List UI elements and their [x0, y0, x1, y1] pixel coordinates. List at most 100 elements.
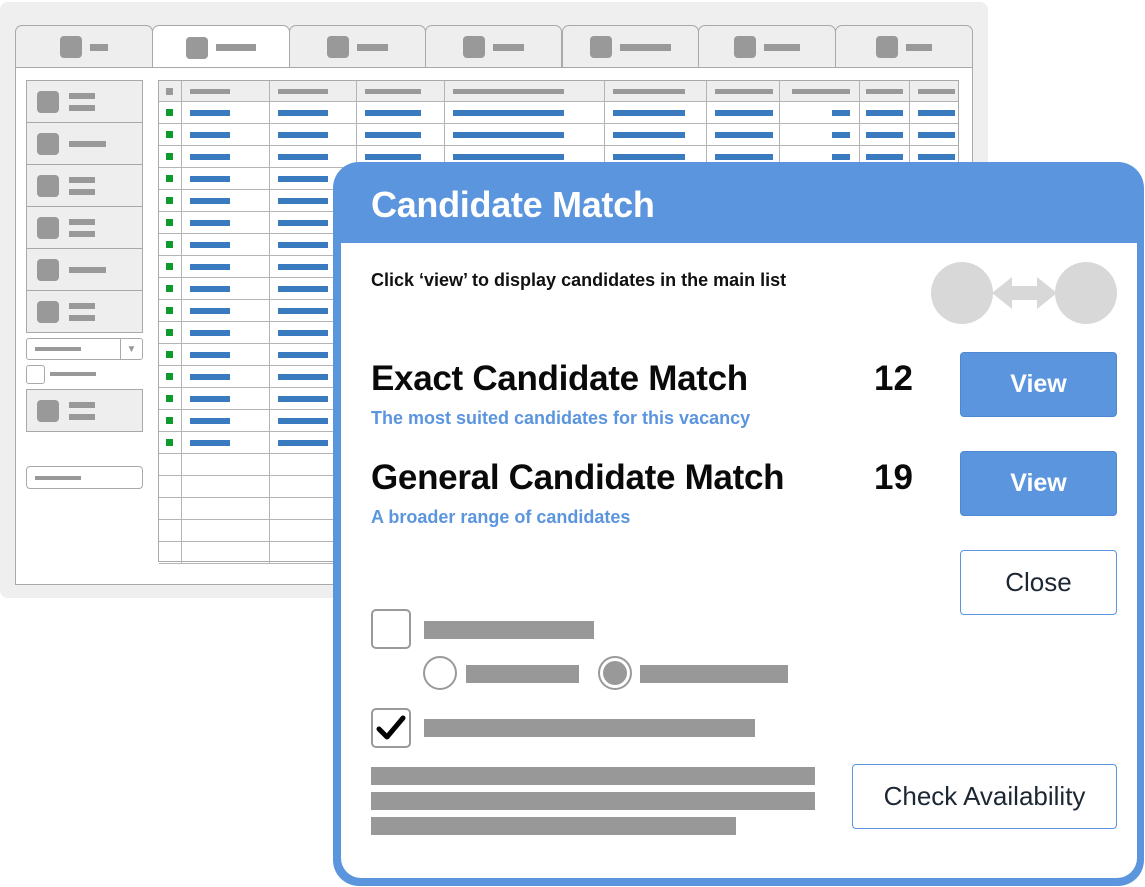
cell-value-placeholder — [918, 154, 955, 160]
tab-icon — [327, 36, 349, 58]
general-match-count: 19 — [874, 458, 913, 497]
tab-1[interactable] — [15, 25, 153, 68]
status-indicator-icon — [166, 153, 173, 160]
option-radio-2[interactable] — [598, 656, 632, 690]
filter-dropdown[interactable]: ▼ — [26, 338, 143, 360]
tab-6[interactable] — [698, 25, 836, 68]
cell-value-placeholder — [278, 176, 328, 182]
cell-value-placeholder — [365, 110, 421, 116]
cell-value-placeholder — [278, 264, 328, 270]
column-header[interactable] — [444, 81, 604, 101]
cell-value-placeholder — [278, 220, 328, 226]
sidebar-button-4[interactable] — [26, 206, 143, 249]
checkmark-icon — [376, 715, 406, 740]
column-header[interactable] — [181, 81, 269, 101]
table-row[interactable] — [159, 124, 958, 146]
tab-label-placeholder — [357, 43, 388, 51]
cell-value-placeholder — [190, 110, 230, 116]
table-cell — [779, 102, 859, 123]
table-cell — [159, 432, 181, 453]
sidebar-button-2[interactable] — [26, 122, 143, 165]
table-cell — [356, 102, 444, 123]
column-header[interactable] — [269, 81, 356, 101]
cell-value-placeholder — [190, 198, 230, 204]
sidebar-checkbox[interactable] — [26, 365, 45, 384]
column-header-placeholder — [866, 89, 903, 94]
table-cell — [181, 168, 269, 189]
status-indicator-icon — [166, 351, 173, 358]
table-cell — [859, 124, 909, 145]
tab-5[interactable] — [562, 25, 699, 68]
option-radio-1[interactable] — [423, 656, 457, 690]
sidebar-button-3[interactable] — [26, 164, 143, 207]
exact-match-count: 12 — [874, 359, 913, 398]
general-match-title: General Candidate Match — [371, 458, 785, 497]
option-checkbox-1[interactable] — [371, 609, 411, 649]
table-cell — [159, 102, 181, 123]
status-indicator-icon — [166, 175, 173, 182]
cell-value-placeholder — [453, 132, 564, 138]
dialog-body: Click ‘view’ to display candidates in th… — [341, 243, 1137, 878]
table-cell — [159, 542, 181, 563]
table-cell — [604, 102, 706, 123]
column-header[interactable] — [779, 81, 859, 101]
status-indicator-icon — [166, 241, 173, 248]
column-header[interactable] — [909, 81, 959, 101]
table-cell — [356, 124, 444, 145]
sidebar-button-6[interactable] — [26, 290, 143, 333]
select-all-indicator — [166, 88, 173, 95]
column-header-placeholder — [453, 89, 564, 94]
cell-value-placeholder — [190, 176, 230, 182]
column-header[interactable] — [159, 81, 181, 101]
close-button[interactable]: Close — [960, 550, 1117, 615]
tab-7[interactable] — [835, 25, 973, 68]
column-header[interactable] — [604, 81, 706, 101]
table-cell — [181, 432, 269, 453]
table-cell — [181, 344, 269, 365]
table-cell — [269, 102, 356, 123]
sidebar-text-input[interactable] — [26, 466, 143, 489]
tab-icon — [463, 36, 485, 58]
column-header[interactable] — [859, 81, 909, 101]
column-header-placeholder — [365, 89, 421, 94]
table-cell — [181, 454, 269, 475]
column-header[interactable] — [706, 81, 779, 101]
cell-value-placeholder — [190, 352, 230, 358]
cell-value-placeholder — [278, 132, 328, 138]
tab-4[interactable] — [425, 25, 562, 68]
sidebar-button-1[interactable] — [26, 80, 143, 123]
column-header[interactable] — [356, 81, 444, 101]
dropdown-value-placeholder — [35, 347, 81, 351]
sidebar-button-7[interactable] — [26, 389, 143, 432]
table-cell — [909, 102, 959, 123]
cell-value-placeholder — [190, 154, 230, 160]
status-indicator-icon — [166, 307, 173, 314]
tab-3[interactable] — [289, 25, 426, 68]
table-cell — [159, 454, 181, 475]
column-header-placeholder — [278, 89, 328, 94]
sidebar-icon — [37, 300, 59, 323]
view-exact-match-button[interactable]: View — [960, 352, 1117, 417]
cell-value-placeholder — [613, 110, 685, 116]
table-cell — [181, 520, 269, 541]
sidebar-icon — [37, 216, 59, 239]
table-cell — [181, 234, 269, 255]
sidebar-icon — [37, 90, 59, 113]
chevron-down-icon[interactable]: ▼ — [120, 339, 142, 359]
table-cell — [269, 124, 356, 145]
cell-value-placeholder — [715, 132, 773, 138]
view-general-match-button[interactable]: View — [960, 451, 1117, 516]
check-availability-button[interactable]: Check Availability — [852, 764, 1117, 829]
cell-value-placeholder — [278, 308, 328, 314]
status-indicator-icon — [166, 285, 173, 292]
option-checkbox-2[interactable] — [371, 708, 411, 748]
tab-2[interactable] — [152, 25, 290, 69]
cell-value-placeholder — [715, 110, 773, 116]
cell-value-placeholder — [866, 110, 903, 116]
status-indicator-icon — [166, 197, 173, 204]
column-header-placeholder — [190, 89, 230, 94]
sidebar-button-5[interactable] — [26, 248, 143, 291]
table-row[interactable] — [159, 102, 958, 124]
cell-value-placeholder — [190, 132, 230, 138]
cell-value-placeholder — [278, 110, 328, 116]
